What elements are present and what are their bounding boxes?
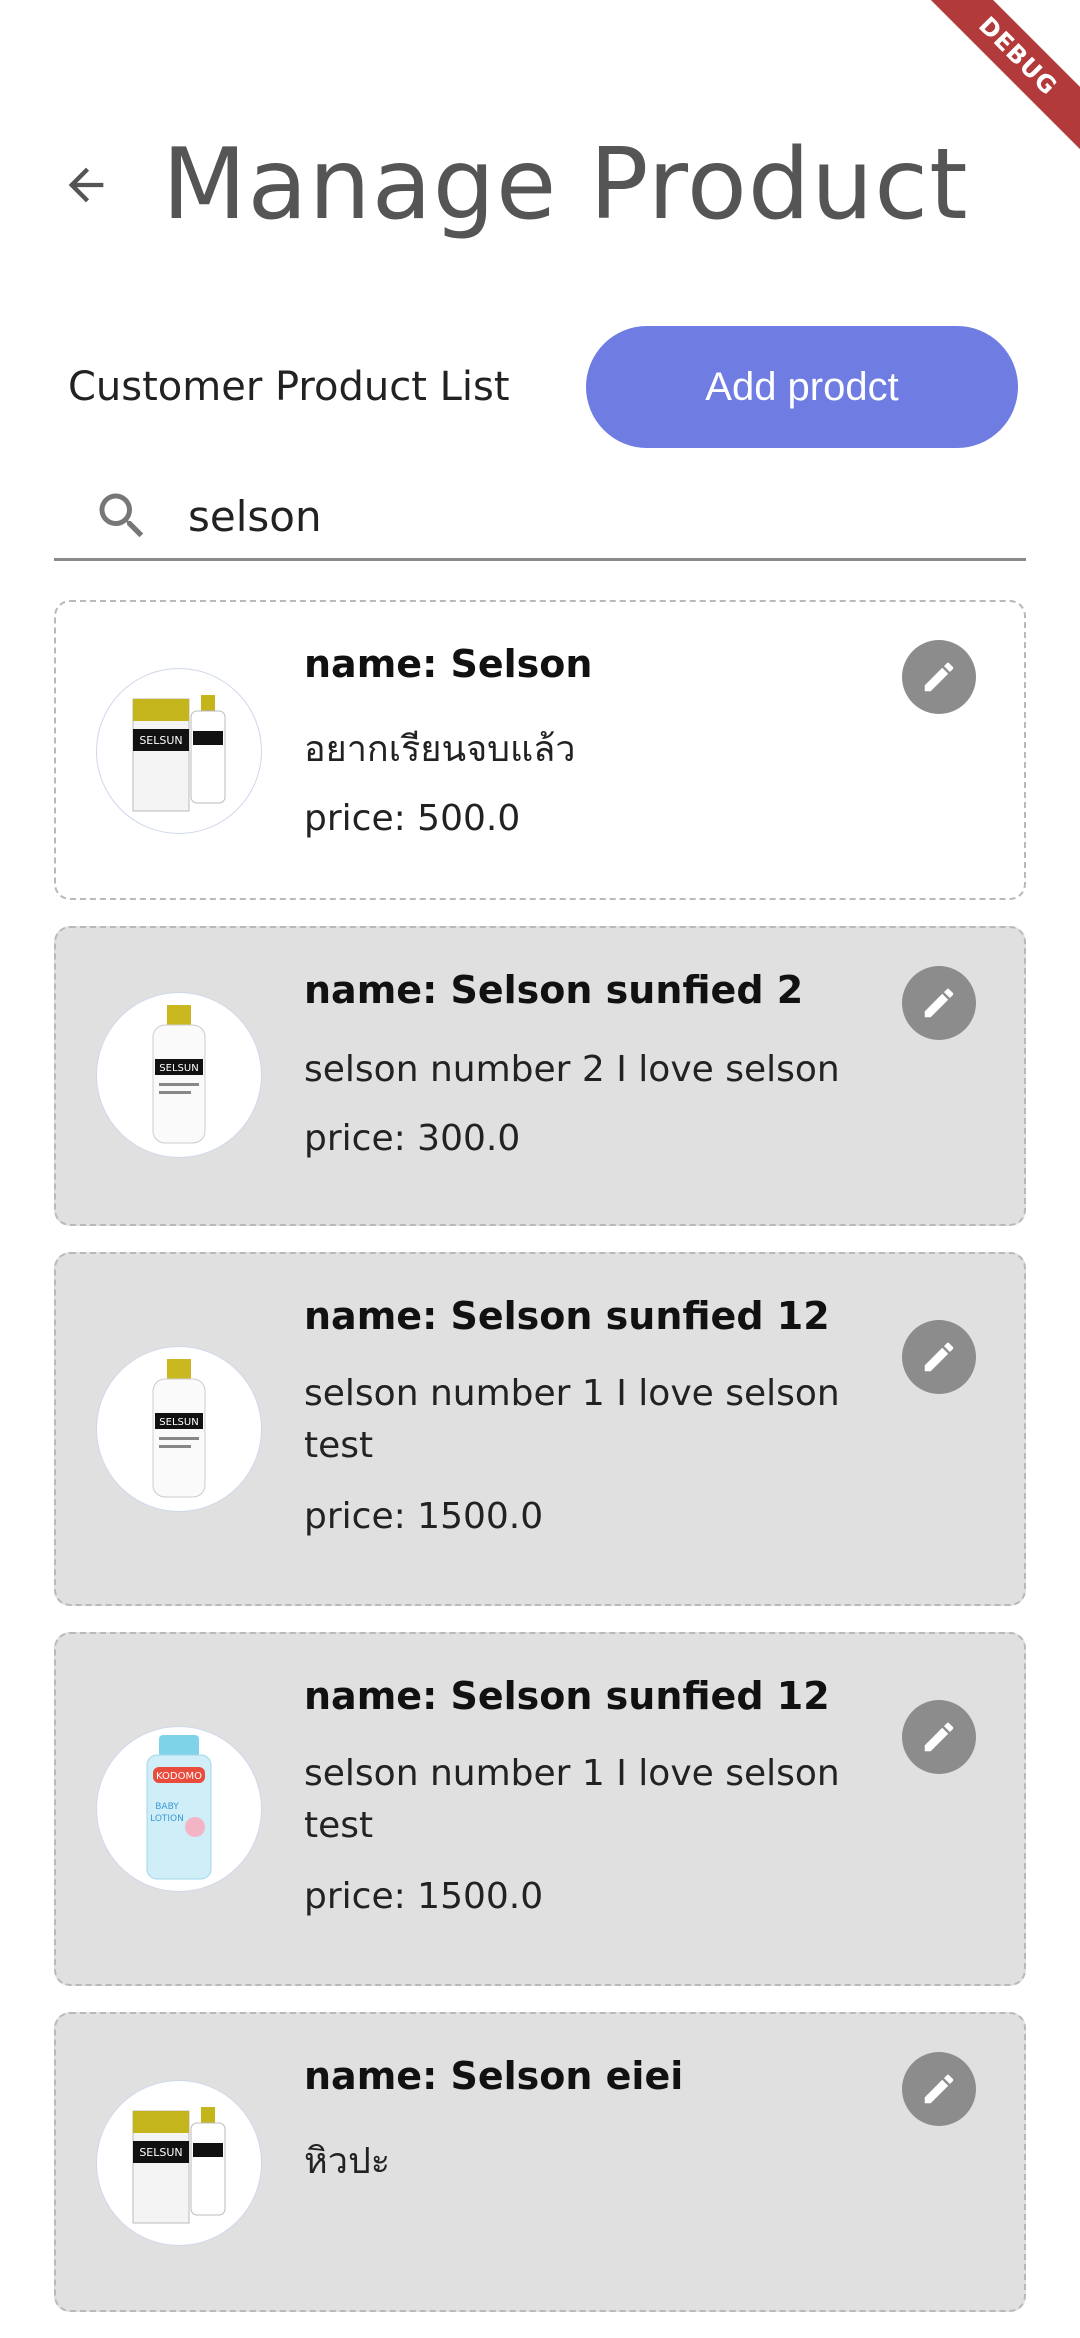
svg-text:SELSUN: SELSUN — [139, 2146, 182, 2159]
product-card[interactable]: SELSUN name: Selson sunfied 12 selson nu… — [54, 1252, 1026, 1606]
page-title: Manage Product — [162, 128, 969, 242]
product-price: price: 500.0 — [304, 798, 521, 839]
product-price: price: 300.0 — [304, 1118, 521, 1159]
product-description: selson number 1 I love selson test — [304, 1753, 840, 1846]
edit-icon — [924, 2074, 954, 2104]
product-image: KODOMO BABY LOTION — [96, 1726, 262, 1892]
svg-text:LOTION: LOTION — [150, 1814, 184, 1824]
product-image: SELSUN — [96, 992, 262, 1158]
selsun-two-bottles-image: SELSUN — [132, 2107, 226, 2224]
product-description: selson number 2 I love selson — [304, 1049, 840, 1090]
back-button[interactable] — [54, 153, 118, 217]
edit-button[interactable] — [902, 2052, 976, 2126]
product-name: name: Selson sunfied 12 — [304, 1674, 830, 1718]
product-card[interactable]: SELSUN name: Selson eiei หิวปะ — [54, 2012, 1026, 2312]
product-info: name: Selson อยากเรียนจบแล้ว price: 500.… — [304, 642, 864, 839]
edit-button[interactable] — [902, 966, 976, 1040]
product-info: name: Selson eiei หิวปะ — [304, 2054, 864, 2210]
svg-text:SELSUN: SELSUN — [139, 734, 182, 747]
product-image: SELSUN — [96, 1346, 262, 1512]
search-input[interactable] — [186, 490, 890, 542]
product-list: SELSUN name: Selson อยากเรียนจบแล้ว pric… — [54, 600, 1026, 2338]
product-name: name: Selson eiei — [304, 2054, 684, 2098]
selsun-bottle-image: SELSUN — [152, 1359, 206, 1498]
product-description: หิวปะ — [304, 2141, 391, 2182]
kodomo-lotion-bottle-image: KODOMO BABY LOTION — [146, 1735, 212, 1880]
svg-text:SELSUN: SELSUN — [159, 1417, 198, 1428]
product-description: selson number 1 I love selson test — [304, 1373, 840, 1466]
product-description: อยากเรียนจบแล้ว — [304, 729, 576, 770]
product-info: name: Selson sunfied 12 selson number 1 … — [304, 1294, 864, 1537]
edit-icon — [924, 662, 954, 692]
selsun-two-bottles-image: SELSUN — [132, 695, 226, 812]
add-product-button[interactable]: Add prodct — [586, 326, 1018, 448]
product-price: price: 1500.0 — [304, 1876, 544, 1917]
product-price: price: 1500.0 — [304, 1496, 544, 1537]
edit-button[interactable] — [902, 1320, 976, 1394]
app-bar: Manage Product — [54, 120, 1026, 250]
edit-icon — [924, 988, 954, 1018]
svg-text:BABY: BABY — [155, 1802, 179, 1812]
search-bar — [54, 474, 1026, 561]
arrow-back-icon — [68, 167, 104, 203]
svg-text:KODOMO: KODOMO — [156, 1771, 202, 1782]
selsun-bottle-image: SELSUN — [152, 1005, 206, 1144]
search-icon — [99, 493, 144, 538]
toolbar: Customer Product List Add prodct — [54, 326, 1018, 448]
edit-button[interactable] — [902, 1700, 976, 1774]
product-name: name: Selson — [304, 642, 593, 686]
product-image: SELSUN — [96, 668, 262, 834]
svg-text:SELSUN: SELSUN — [159, 1063, 198, 1074]
product-card[interactable]: KODOMO BABY LOTION name: Selson sunfied … — [54, 1632, 1026, 1986]
edit-button[interactable] — [902, 640, 976, 714]
product-info: name: Selson sunfied 12 selson number 1 … — [304, 1674, 864, 1917]
product-card[interactable]: SELSUN name: Selson sunfied 2 selson num… — [54, 926, 1026, 1226]
list-label: Customer Product List — [68, 364, 510, 410]
product-card[interactable]: SELSUN name: Selson อยากเรียนจบแล้ว pric… — [54, 600, 1026, 900]
product-name: name: Selson sunfied 2 — [304, 968, 804, 1012]
product-image: SELSUN — [96, 2080, 262, 2246]
edit-icon — [924, 1722, 954, 1752]
product-name: name: Selson sunfied 12 — [304, 1294, 830, 1338]
product-info: name: Selson sunfied 2 selson number 2 I… — [304, 968, 864, 1159]
edit-icon — [924, 1342, 954, 1372]
